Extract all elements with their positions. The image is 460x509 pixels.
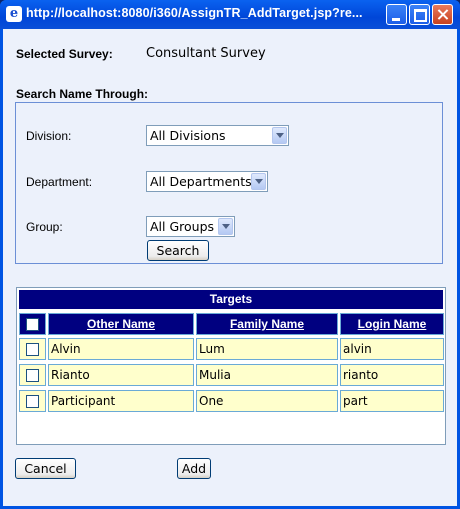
close-button[interactable]	[432, 4, 453, 25]
group-label: Group:	[26, 220, 63, 234]
targets-table-title: Targets	[19, 290, 443, 309]
chevron-down-icon[interactable]	[251, 173, 266, 190]
column-header-other-name[interactable]: Other Name	[48, 313, 194, 335]
window-title: http://localhost:8080/i360/AssignTR_AddT…	[26, 6, 363, 20]
department-label: Department:	[26, 175, 93, 189]
cell-login-name: part	[340, 390, 444, 412]
department-selected-value: All Departments	[150, 174, 252, 189]
division-select[interactable]: All Divisions	[146, 125, 289, 146]
cell-login-name: rianto	[340, 364, 444, 386]
ie-page-icon: e	[6, 6, 22, 22]
cell-family-name: One	[196, 390, 338, 412]
search-button[interactable]: Search	[147, 240, 209, 261]
cell-other-name: Rianto	[48, 364, 194, 386]
minimize-button[interactable]	[386, 4, 407, 25]
column-header-family-name[interactable]: Family Name	[196, 313, 338, 335]
selected-survey-value: Consultant Survey	[146, 46, 266, 61]
cell-login-name: alvin	[340, 338, 444, 360]
cell-other-name: Alvin	[48, 338, 194, 360]
select-all-checkbox[interactable]	[26, 318, 39, 331]
popup-window: e http://localhost:8080/i360/AssignTR_Ad…	[0, 0, 460, 509]
targets-table: Targets Other Name Family Name Login Nam…	[16, 287, 446, 445]
department-select[interactable]: All Departments	[146, 171, 268, 192]
group-select[interactable]: All Groups	[146, 216, 235, 237]
row-checkbox[interactable]	[26, 369, 39, 382]
group-selected-value: All Groups	[150, 219, 215, 234]
selected-survey-label: Selected Survey:	[16, 47, 113, 61]
title-bar[interactable]: e http://localhost:8080/i360/AssignTR_Ad…	[0, 0, 460, 29]
column-header-login-name[interactable]: Login Name	[340, 313, 444, 335]
row-checkbox[interactable]	[26, 343, 39, 356]
cell-family-name: Mulia	[196, 364, 338, 386]
cancel-button[interactable]: Cancel	[15, 458, 76, 479]
select-all-header	[19, 313, 46, 335]
division-selected-value: All Divisions	[150, 128, 226, 143]
add-button[interactable]: Add	[177, 458, 211, 479]
chevron-down-icon[interactable]	[218, 218, 233, 235]
cell-family-name: Lum	[196, 338, 338, 360]
division-label: Division:	[26, 129, 72, 143]
chevron-down-icon[interactable]	[272, 127, 287, 144]
row-checkbox[interactable]	[26, 395, 39, 408]
maximize-button[interactable]	[409, 4, 430, 25]
page-content: Selected Survey: Consultant Survey Searc…	[3, 29, 457, 506]
cell-other-name: Participant	[48, 390, 194, 412]
table-row-checkbox-cell	[19, 364, 46, 386]
table-row-checkbox-cell	[19, 338, 46, 360]
search-heading: Search Name Through:	[16, 87, 149, 101]
table-row-checkbox-cell	[19, 390, 46, 412]
